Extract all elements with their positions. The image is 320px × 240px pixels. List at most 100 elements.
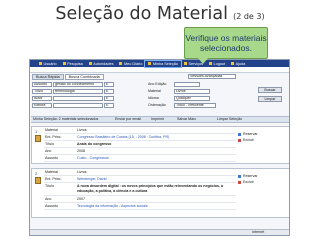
print-button[interactable]: Imprimir bbox=[151, 117, 164, 122]
logout-icon bbox=[209, 62, 213, 65]
tab-busca-rapida[interactable]: Busca Rápida bbox=[32, 74, 64, 80]
row-key: Material bbox=[45, 170, 58, 174]
record-1: 1 Material Livros Ent. Princ. Congresso Br… bbox=[31, 126, 289, 164]
browser-status-bar: Internet bbox=[30, 229, 289, 235]
record-actions: Reservar Excluir bbox=[238, 131, 278, 143]
delete-action[interactable]: Excluir bbox=[238, 137, 278, 143]
reserve-icon bbox=[238, 174, 241, 178]
send-email-button[interactable]: Enviar por email bbox=[115, 117, 141, 122]
term-input-1[interactable]: gestão do conhecimento bbox=[53, 82, 103, 87]
record-2: 2 Material Livros Ent. Princ. Weinberger, … bbox=[31, 168, 289, 218]
row-link[interactable]: Custo - Congressos bbox=[77, 156, 109, 161]
main-toolbar: Usuário Pesquisa Autoridades Meu Diário … bbox=[30, 60, 289, 68]
record-actions: Reservar Excluir bbox=[238, 173, 278, 185]
slide-title-main: Seleção do Material bbox=[55, 4, 228, 24]
row-value: A nova desordem digital : os novos princ… bbox=[77, 184, 224, 193]
save-marc-button[interactable]: Salvar Marc bbox=[177, 117, 196, 122]
search-tabs: Busca Rápida Busca Combinada bbox=[30, 73, 289, 80]
field-select-1[interactable]: Assunto bbox=[32, 82, 52, 87]
callout-line-1: Verifique os materiais bbox=[185, 33, 267, 43]
selection-count: Minha Seleção: 2 materiais selecionados bbox=[33, 117, 99, 121]
reserve-icon bbox=[238, 132, 241, 136]
slide-title-sub: (2 de 3) bbox=[233, 12, 265, 21]
search-button[interactable]: Buscar bbox=[258, 87, 282, 93]
material-select[interactable]: Livros bbox=[174, 89, 210, 94]
toolbar-usuario[interactable]: Usuário bbox=[36, 61, 60, 67]
search-icon bbox=[62, 62, 66, 65]
tab-busca-combinada[interactable]: Busca Combinada bbox=[64, 74, 104, 80]
slide-title: Seleção do Material (2 de 3) bbox=[0, 4, 320, 24]
row-key: Ent. Princ. bbox=[45, 135, 62, 139]
record-row: Título Anais do congresso bbox=[44, 142, 236, 148]
row-key: Título bbox=[45, 184, 54, 188]
row-key: Assunto bbox=[45, 156, 58, 160]
toolbar-ajuda[interactable]: Ajuda bbox=[228, 61, 248, 67]
record-row: Ent. Princ. Congresso Brasileiro de Custo… bbox=[44, 135, 236, 141]
record-number: 2 bbox=[35, 171, 38, 176]
row-value: Anais do congresso bbox=[77, 142, 112, 146]
row-value: 2008 bbox=[77, 149, 85, 153]
op-select-2[interactable]: E bbox=[104, 89, 114, 94]
idioma-label: Idioma bbox=[148, 96, 159, 100]
record-row: Assunto Tecnologia da informação - Aspect… bbox=[44, 204, 236, 210]
record-row: Assunto Custo - Congressos bbox=[44, 156, 236, 162]
op-select-3[interactable]: E bbox=[104, 96, 114, 101]
row-key: Material bbox=[45, 128, 58, 132]
ano-edicao-input[interactable] bbox=[174, 82, 200, 87]
callout-box: Verifique os materiais selecionados. bbox=[184, 27, 268, 59]
user-icon bbox=[39, 62, 42, 65]
term-input-3[interactable] bbox=[53, 96, 103, 101]
toolbar-minha-selecao[interactable]: Minha Seleção bbox=[144, 60, 182, 68]
op-select-1[interactable]: E bbox=[104, 82, 114, 87]
delete-icon bbox=[238, 138, 241, 142]
ano-edicao-label: Ano Edição bbox=[148, 82, 167, 86]
op-select-4[interactable]: E bbox=[104, 103, 114, 108]
callout-pointer bbox=[198, 58, 208, 64]
row-key: Ano bbox=[45, 149, 52, 153]
delete-action[interactable]: Excluir bbox=[238, 179, 278, 185]
row-key: Ent. Princ. bbox=[45, 177, 62, 181]
toolbar-logout[interactable]: Logout bbox=[206, 61, 228, 67]
book-icon bbox=[35, 177, 41, 184]
term-input-4[interactable] bbox=[53, 103, 103, 108]
clear-selection-button[interactable]: Limpar Seleção bbox=[217, 117, 242, 122]
record-row: Ano 2007 bbox=[44, 197, 236, 203]
toolbar-pesquisa[interactable]: Pesquisa bbox=[60, 61, 86, 67]
app-screenshot: Usuário Pesquisa Autoridades Meu Diário … bbox=[29, 59, 290, 236]
row-key: Assunto bbox=[45, 204, 58, 208]
sessions-select[interactable]: Sessões Avançadas bbox=[188, 74, 236, 79]
toolbar-autoridades[interactable]: Autoridades bbox=[86, 61, 117, 67]
help-icon bbox=[231, 62, 235, 65]
record-row: Material Livros bbox=[44, 170, 236, 176]
idioma-select[interactable]: Qualquer bbox=[174, 96, 210, 101]
authority-icon bbox=[88, 62, 92, 65]
record-row: Ano 2008 bbox=[44, 149, 236, 155]
field-select-2[interactable]: Título bbox=[32, 89, 52, 94]
row-value: Livros bbox=[77, 128, 87, 132]
field-select-3[interactable]: Autor bbox=[32, 96, 52, 101]
row-value: 2007 bbox=[77, 197, 85, 201]
selection-icon bbox=[148, 62, 152, 65]
material-label: Material bbox=[148, 89, 161, 93]
ordenacao-select[interactable]: Título - crescente bbox=[174, 103, 216, 108]
field-select-4[interactable]: Editora bbox=[32, 103, 52, 108]
diary-icon bbox=[119, 62, 123, 65]
callout-line-2: selecionados. bbox=[200, 43, 252, 53]
book-icon bbox=[35, 135, 41, 142]
clear-button[interactable]: Limpar bbox=[258, 96, 282, 102]
ordenacao-label: Ordenação bbox=[148, 103, 166, 107]
row-link[interactable]: Weinberger, David bbox=[77, 177, 107, 182]
term-input-2[interactable]: terminologia bbox=[53, 89, 103, 94]
row-link[interactable]: Tecnologia da informação - Aspectos soci… bbox=[77, 204, 148, 209]
record-number: 1 bbox=[35, 129, 38, 134]
toolbar-meu-diario[interactable]: Meu Diário bbox=[116, 61, 145, 67]
services-icon bbox=[183, 62, 187, 65]
record-row: Título A nova desordem digital : os novos… bbox=[44, 184, 236, 196]
row-key: Título bbox=[45, 142, 54, 146]
row-key: Ano bbox=[45, 197, 52, 201]
zone-indicator: Internet bbox=[252, 230, 265, 234]
record-row: Material Livros bbox=[44, 128, 236, 134]
delete-icon bbox=[238, 180, 241, 184]
row-link[interactable]: Congresso Brasileiro de Custos (15. : 20… bbox=[77, 135, 169, 140]
results-bar: Minha Seleção: 2 materiais selecionados … bbox=[31, 116, 289, 123]
